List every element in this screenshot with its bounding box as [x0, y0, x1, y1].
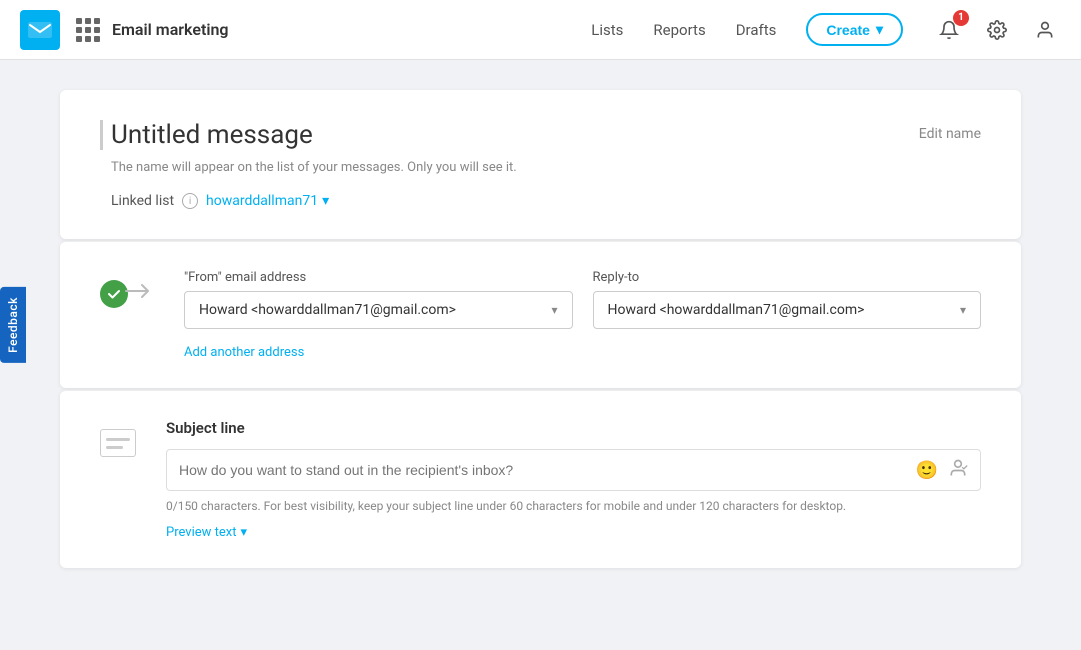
feedback-sidebar[interactable]: Feedback [0, 287, 26, 363]
linked-list-value[interactable]: howarddallman71 ▾ [206, 193, 329, 209]
user-profile-button[interactable] [1029, 14, 1061, 46]
settings-button[interactable] [981, 14, 1013, 46]
input-icons: 🙂 [916, 458, 968, 482]
fields-row: "From" email address Howard <howarddallm… [184, 270, 981, 329]
topbar: Email marketing Lists Reports Drafts Cre… [0, 0, 1081, 60]
notifications-button[interactable]: 1 [933, 14, 965, 46]
nav-links: Lists Reports Drafts Create ▾ [591, 13, 903, 46]
subject-content: Subject line 🙂 0/150 characters. For bes… [166, 419, 981, 540]
chevron-down-icon: ▾ [322, 193, 329, 209]
add-address-link[interactable]: Add another address [184, 345, 304, 360]
nav-lists[interactable]: Lists [591, 21, 623, 39]
create-button[interactable]: Create ▾ [806, 13, 903, 46]
subject-section-label: Subject line [166, 419, 981, 437]
chevron-down-icon: ▾ [960, 303, 966, 317]
linked-list-label: Linked list [111, 193, 174, 209]
feedback-label[interactable]: Feedback [0, 287, 26, 363]
from-card: "From" email address Howard <howarddallm… [60, 241, 1021, 388]
subject-input-wrapper: 🙂 [166, 449, 981, 491]
grid-menu-icon[interactable] [72, 14, 104, 46]
from-fields: "From" email address Howard <howarddallm… [184, 270, 981, 360]
from-field-group: "From" email address Howard <howarddallm… [184, 270, 573, 329]
info-icon[interactable]: i [182, 193, 198, 209]
edit-name-link[interactable]: Edit name [919, 126, 981, 142]
subject-icon [100, 429, 136, 457]
subject-card: Subject line 🙂 0/150 characters. For bes… [60, 390, 1021, 568]
nav-reports[interactable]: Reports [653, 21, 705, 39]
reply-to-select[interactable]: Howard <howarddallman71@gmail.com> ▾ [593, 291, 982, 329]
personalization-button[interactable] [948, 458, 968, 482]
chevron-down-icon: ▾ [876, 21, 883, 38]
topbar-icons: 1 [933, 14, 1061, 46]
chevron-down-icon: ▾ [551, 303, 557, 317]
reply-to-label: Reply-to [593, 270, 982, 285]
chevron-down-icon: ▾ [241, 525, 248, 540]
linked-list-row: Linked list i howarddallman71 ▾ [111, 193, 981, 209]
title-card: Untitled message Edit name The name will… [60, 90, 1021, 239]
emoji-button[interactable]: 🙂 [916, 460, 938, 481]
main-content: Untitled message Edit name The name will… [0, 60, 1081, 600]
app-logo [20, 10, 60, 50]
title-subtitle: The name will appear on the list of your… [111, 160, 981, 175]
message-title: Untitled message [100, 120, 313, 150]
app-name: Email marketing [112, 20, 229, 39]
lines-icon [100, 429, 136, 457]
forward-arrow-icon [122, 280, 154, 308]
preview-text-link[interactable]: Preview text ▾ [166, 525, 247, 540]
reply-to-field-group: Reply-to Howard <howarddallman71@gmail.c… [593, 270, 982, 329]
subject-input[interactable] [179, 450, 916, 490]
step-icon [100, 280, 154, 308]
nav-drafts[interactable]: Drafts [736, 21, 777, 39]
from-email-select[interactable]: Howard <howarddallman71@gmail.com> ▾ [184, 291, 573, 329]
notification-count: 1 [953, 10, 969, 26]
from-label: "From" email address [184, 270, 573, 285]
char-count: 0/150 characters. For best visibility, k… [166, 499, 981, 513]
